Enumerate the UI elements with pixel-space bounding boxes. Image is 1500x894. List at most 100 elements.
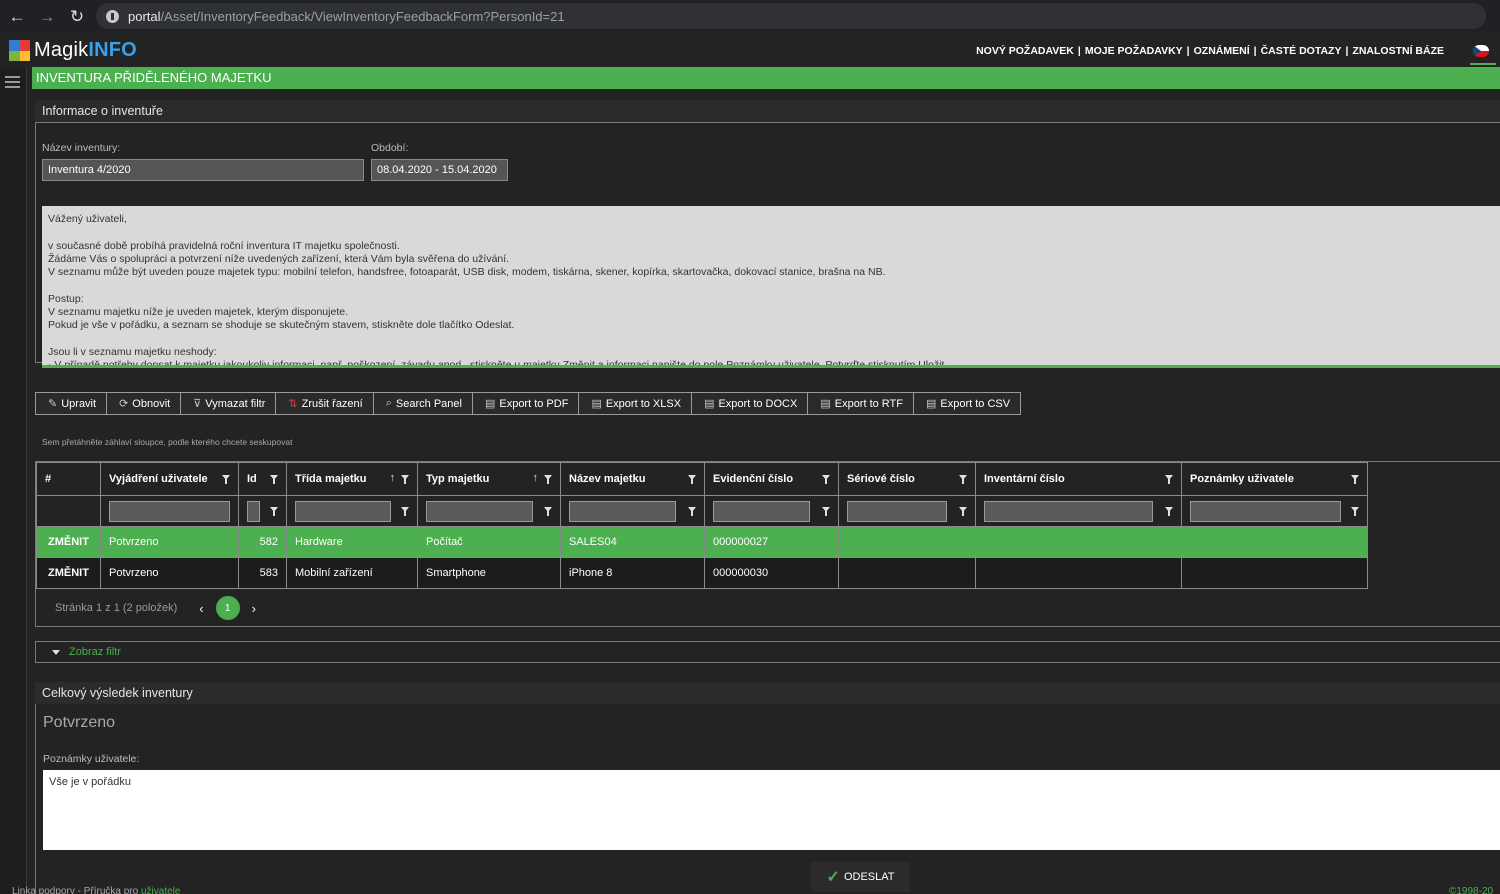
clear-sort-icon: ⇅ — [288, 398, 298, 410]
filter-icon[interactable] — [544, 507, 552, 516]
user-guide-link[interactable]: uživatele — [141, 886, 180, 894]
filter-input-inv[interactable] — [984, 500, 1153, 522]
result-panel: Potvrzeno Poznámky uživatele: Vše je v p… — [35, 704, 1500, 894]
info-section-heading: Informace o inventuře — [35, 100, 1500, 122]
search-panel-button[interactable]: ⌕ Search Panel — [374, 393, 473, 414]
inv-cell — [975, 526, 1182, 558]
filter-icon[interactable] — [1351, 475, 1359, 484]
column-header-statement[interactable]: Vyjádření uživatele — [100, 462, 239, 496]
filter-cell-empty — [36, 495, 101, 527]
menu-icon[interactable] — [5, 76, 20, 91]
filter-icon[interactable] — [270, 475, 278, 484]
column-header-evid[interactable]: Evidenční číslo — [704, 462, 839, 496]
column-header-inv[interactable]: Inventární číslo — [975, 462, 1182, 496]
reload-icon[interactable]: ↻ — [64, 4, 90, 30]
change-link[interactable]: ZMĚNIT — [36, 557, 101, 589]
sort-ascending-icon: ↑ — [389, 472, 396, 484]
column-header-notes[interactable]: Poznámky uživatele — [1181, 462, 1368, 496]
notes-cell — [1181, 557, 1368, 589]
nav-faq[interactable]: ČASTÉ DOTAZY — [1261, 45, 1342, 57]
filter-icon[interactable] — [822, 507, 830, 516]
nav-my-requests[interactable]: MOJE POŽADAVKY — [1085, 45, 1183, 57]
export-pdf-button[interactable]: ▤ Export to PDF — [473, 393, 580, 414]
browser-toolbar: ← → ↻ portal/Asset/InventoryFeedback/Vie… — [0, 0, 1500, 33]
copyright: ©1998-20 — [1449, 886, 1494, 894]
filter-icon[interactable] — [401, 475, 409, 484]
type-cell: Počítač — [417, 526, 561, 558]
column-header-type[interactable]: Typ majetku ↑ — [417, 462, 561, 496]
filter-icon[interactable] — [959, 507, 967, 516]
group-panel-hint[interactable]: Sem přetáhněte záhlaví sloupce, podle kt… — [42, 437, 292, 447]
column-header-name[interactable]: Název majetku — [560, 462, 705, 496]
filter-input-serial[interactable] — [847, 500, 947, 522]
logo-text: MagikINFO — [34, 39, 137, 61]
next-page-icon[interactable]: › — [252, 601, 256, 616]
filter-icon[interactable] — [959, 475, 967, 484]
filter-input-evid[interactable] — [713, 500, 810, 522]
filter-icon[interactable] — [1165, 507, 1173, 516]
pager-summary: Stránka 1 z 1 (2 položek) — [55, 602, 178, 614]
filter-icon[interactable] — [1351, 507, 1359, 516]
filter-icon[interactable] — [1165, 475, 1173, 484]
filter-icon[interactable] — [401, 507, 409, 516]
serial-cell — [838, 526, 976, 558]
period-field[interactable]: 08.04.2020 - 15.04.2020 — [371, 159, 508, 181]
site-info-icon[interactable] — [106, 9, 119, 23]
prev-page-icon[interactable]: ‹ — [199, 601, 203, 616]
czech-flag-icon[interactable] — [1473, 45, 1489, 57]
nav-announcements[interactable]: OZNÁMENÍ — [1194, 45, 1250, 57]
filter-input-type[interactable] — [426, 500, 533, 522]
clear-sort-button[interactable]: ⇅ Zrušit řazení — [276, 393, 374, 414]
table-row[interactable]: ZMĚNIT Potvrzeno 582 Hardware Počítač SA… — [36, 526, 1368, 558]
column-header-hash[interactable]: # — [36, 462, 101, 496]
filter-icon[interactable] — [688, 507, 696, 516]
column-header-class[interactable]: Třída majetku ↑ — [286, 462, 418, 496]
filter-icon — [52, 649, 60, 655]
column-header-id[interactable]: Id — [238, 462, 287, 496]
export-docx-button[interactable]: ▤ Export to DOCX — [692, 393, 809, 414]
support-line-link[interactable]: Linka podpory — [12, 886, 75, 894]
filter-input-notes[interactable] — [1190, 500, 1341, 522]
user-notes-textarea[interactable]: Vše je v pořádku — [43, 770, 1500, 850]
column-header-serial[interactable]: Sériové číslo — [838, 462, 976, 496]
export-xlsx-icon: ▤ — [591, 398, 602, 410]
filter-input-class[interactable] — [295, 500, 391, 522]
nav-separator: | — [1077, 45, 1081, 57]
export-rtf-button[interactable]: ▤ Export to RTF — [808, 393, 914, 414]
edit-button[interactable]: ✎ Upravit — [36, 393, 108, 414]
filter-input-id[interactable] — [247, 500, 260, 522]
export-xlsx-button[interactable]: ▤ Export to XLSX — [579, 393, 693, 414]
export-pdf-icon: ▤ — [484, 398, 496, 410]
send-button-label: ODESLAT — [843, 871, 895, 883]
change-link[interactable]: ZMĚNIT — [36, 526, 101, 558]
instructions-message[interactable]: Vážený uživateli, v současné době probíh… — [42, 206, 1500, 368]
page-number-button[interactable]: 1 — [215, 596, 240, 620]
send-button[interactable]: ✓ ODESLAT — [811, 862, 910, 892]
inventory-name-field[interactable]: Inventura 4/2020 — [42, 159, 364, 181]
logo[interactable]: MagikINFO — [9, 39, 137, 62]
filter-icon[interactable] — [270, 507, 278, 516]
filter-icon[interactable] — [822, 475, 830, 484]
export-docx-icon: ▤ — [704, 398, 715, 410]
back-arrow-icon[interactable]: ← — [4, 4, 30, 30]
filter-icon[interactable] — [688, 475, 696, 484]
forward-arrow-icon[interactable]: → — [34, 4, 60, 30]
nav-new-request[interactable]: NOVÝ POŽADAVEK — [976, 45, 1074, 57]
inv-cell — [975, 557, 1182, 589]
filter-icon[interactable] — [544, 475, 552, 484]
sort-ascending-icon: ↑ — [532, 472, 539, 484]
filter-icon[interactable] — [222, 475, 230, 484]
filter-input-name[interactable] — [569, 500, 676, 522]
inventory-table: # Vyjádření uživatele Id Třída majetku ↑ … — [36, 462, 1368, 589]
show-filter-toggle[interactable]: Zobraz filtr — [35, 641, 1500, 663]
address-bar[interactable]: portal/Asset/InventoryFeedback/ViewInven… — [96, 3, 1486, 29]
export-csv-button[interactable]: ▤ Export to CSV — [914, 393, 1020, 414]
inventory-name-label: Název inventury: — [42, 142, 121, 154]
filter-input-statement[interactable] — [109, 500, 230, 522]
clear-filter-button[interactable]: ⊽ Vymazat filtr — [181, 393, 277, 414]
refresh-button[interactable]: ⟳ Obnovit — [107, 393, 182, 414]
serial-cell — [838, 557, 976, 589]
table-row[interactable]: ZMĚNIT Potvrzeno 583 Mobilní zařízení Sm… — [36, 557, 1368, 589]
nav-knowledge-base[interactable]: ZNALOSTNÍ BÁZE — [1352, 45, 1444, 57]
checkmark-icon: ✓ — [826, 869, 840, 886]
